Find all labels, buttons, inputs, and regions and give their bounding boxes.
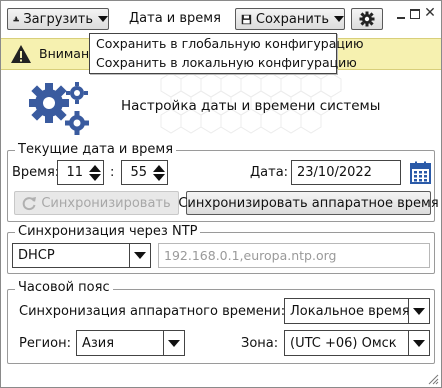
resize-grip-icon[interactable] (427, 373, 439, 385)
time-separator: : (110, 165, 115, 180)
save-menu-item-global[interactable]: Сохранить в глобальную конфигурацию (90, 34, 364, 53)
hours-spinner[interactable] (88, 163, 102, 183)
minutes-value: 55 (130, 165, 147, 180)
banner-title: Настройка даты и времени системы (121, 98, 381, 114)
hours-value: 11 (66, 165, 83, 180)
sync-button[interactable]: Синхронизировать (14, 191, 179, 215)
window-title: Дата и время (129, 11, 221, 26)
save-menu-item-local[interactable]: Сохранить в локальную конфигурацию (90, 53, 357, 72)
download-icon (13, 16, 19, 22)
zone-label: Зона: (241, 336, 279, 351)
ntp-mode-value: DHCP (18, 248, 55, 263)
chevron-down-icon (98, 16, 108, 22)
hours-field[interactable]: 11 (57, 160, 104, 185)
ntp-servers-placeholder: 192.168.0.1,europa.ntp.org (164, 248, 337, 263)
close-icon[interactable]: ✕ (424, 6, 436, 20)
chevron-down-icon (408, 299, 429, 323)
timezone-legend: Часовой пояс (15, 281, 113, 295)
chevron-down-icon (129, 244, 150, 267)
date-value: 23/10/2022 (297, 165, 372, 180)
spin-up-icon (153, 165, 165, 172)
minutes-spinner[interactable] (152, 163, 166, 183)
chevron-down-icon (163, 331, 184, 355)
warning-icon (11, 45, 31, 63)
load-label: Загрузить (23, 11, 93, 27)
ntp-legend: Синхронизация через NTP (15, 225, 201, 239)
hw-sync-select[interactable]: Локальное время (284, 298, 430, 324)
load-button[interactable]: Загрузить (7, 8, 109, 30)
maximize-icon[interactable] (410, 9, 420, 19)
minutes-field[interactable]: 55 (121, 160, 168, 185)
current-datetime-legend: Текущие дата и время (15, 143, 177, 157)
time-label: Время: (12, 165, 60, 180)
hw-sync-label: Синхронизация аппаратного времени: (19, 304, 286, 319)
gears-icon (29, 82, 89, 135)
spin-down-icon (153, 174, 165, 181)
refresh-icon (23, 196, 37, 210)
save-label: Сохранить (255, 11, 329, 27)
region-label: Регион: (19, 336, 71, 351)
hw-sync-value: Локальное время (290, 303, 410, 319)
minimize-icon[interactable] (396, 9, 406, 19)
save-icon (241, 14, 252, 24)
sync-hardware-label: Синхронизировать аппаратное время (178, 195, 439, 211)
region-value: Азия (82, 335, 115, 351)
zone-value: (UTC +06) Омск (290, 335, 397, 351)
save-button[interactable]: Сохранить (235, 8, 345, 30)
save-menu: Сохранить в глобальную конфигурацию Сохр… (89, 33, 364, 74)
chevron-down-icon (408, 331, 429, 355)
zone-select[interactable]: (UTC +06) Омск (284, 330, 430, 356)
region-select[interactable]: Азия (76, 330, 185, 356)
ntp-servers-field[interactable]: 192.168.0.1,europa.ntp.org (158, 243, 430, 268)
calendar-icon[interactable] (410, 161, 431, 184)
spin-down-icon (89, 174, 101, 181)
chevron-down-icon (334, 16, 344, 22)
date-field[interactable]: 23/10/2022 (291, 160, 401, 185)
date-label: Дата: (250, 165, 289, 180)
gear-icon (359, 11, 375, 27)
date-time-window: Загрузить Дата и время Сохранить ✕ Внима… (0, 0, 442, 388)
banner: Настройка даты и времени системы (1, 69, 441, 141)
sync-hardware-button[interactable]: Синхронизировать аппаратное время (178, 191, 439, 215)
sync-label: Синхронизировать (41, 195, 171, 211)
settings-button[interactable] (351, 8, 383, 30)
ntp-mode-select[interactable]: DHCP (12, 243, 151, 268)
spin-up-icon (89, 165, 101, 172)
